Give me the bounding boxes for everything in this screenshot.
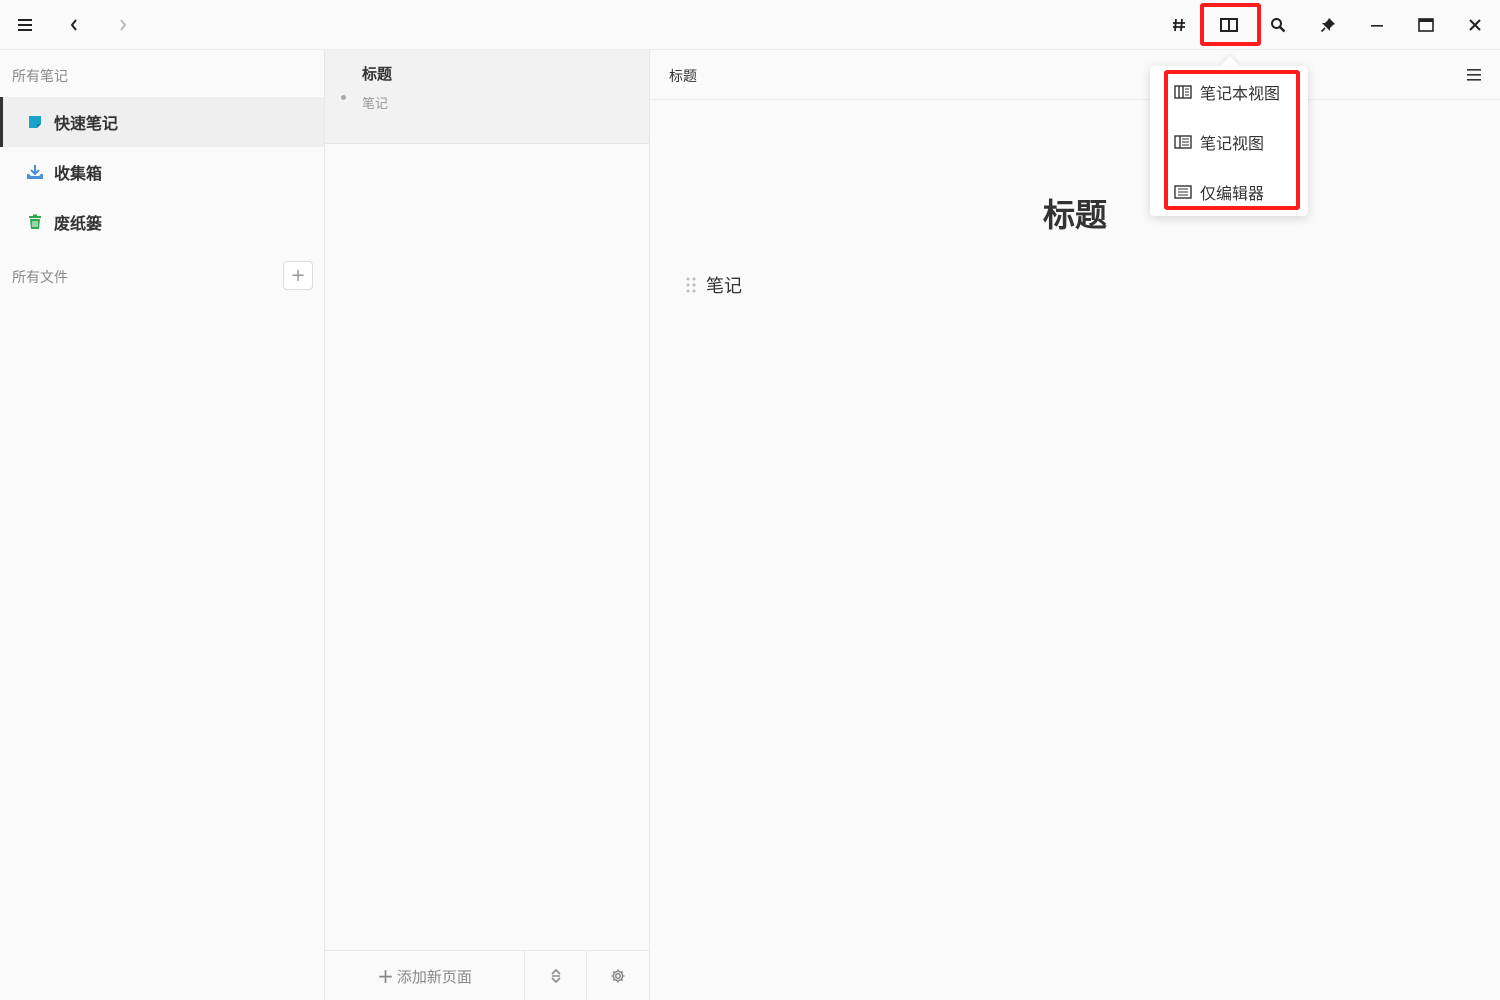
editor-header: 标题: [650, 50, 1500, 100]
hashtag-icon[interactable]: [1154, 0, 1204, 50]
gear-icon: [611, 969, 625, 983]
note-list: 标题 笔记 + 添加新页面: [325, 50, 650, 1000]
editor-pane: 标题 标题 笔记: [650, 50, 1500, 1000]
note-card[interactable]: 标题 笔记: [325, 50, 649, 144]
note-card-title: 标题: [362, 65, 393, 83]
hamburger-menu-icon[interactable]: [0, 0, 50, 50]
bullet-icon: [341, 95, 346, 100]
sidebar-item-trash[interactable]: 废纸篓: [0, 197, 324, 247]
sidebar: 所有笔记 快速笔记 收集箱 废纸篓 所有文件 +: [0, 50, 325, 1000]
trash-icon: [25, 212, 45, 232]
sidebar-item-inbox[interactable]: 收集箱: [0, 147, 324, 197]
add-page-label: 添加新页面: [396, 967, 472, 986]
inbox-icon: [25, 162, 45, 182]
add-page-button[interactable]: + 添加新页面: [325, 951, 525, 1000]
settings-button[interactable]: [587, 951, 649, 1000]
breadcrumb[interactable]: 标题: [669, 66, 697, 86]
pin-icon[interactable]: [1303, 0, 1353, 50]
title-bar: [0, 0, 1500, 50]
sidebar-item-label: 收集箱: [54, 164, 103, 183]
maximize-icon[interactable]: [1401, 0, 1451, 50]
plus-icon: +: [377, 964, 394, 988]
sort-button[interactable]: [525, 951, 587, 1000]
sidebar-item-label: 快速笔记: [54, 114, 119, 133]
layout-button-highlight: [1200, 3, 1261, 46]
minimize-icon[interactable]: [1352, 0, 1402, 50]
forward-arrow-icon[interactable]: [98, 0, 148, 50]
close-icon[interactable]: [1450, 0, 1500, 50]
back-arrow-icon[interactable]: [49, 0, 99, 50]
note-card-snippet: 笔记: [362, 97, 389, 112]
document-title[interactable]: 标题: [650, 190, 1500, 236]
all-notes-heading: 所有笔记: [12, 69, 68, 85]
note-list-footer: + 添加新页面: [325, 950, 649, 1000]
menu-highlight: [1164, 70, 1300, 210]
drag-handle-icon[interactable]: [685, 276, 697, 294]
all-files-heading: 所有文件: [12, 270, 68, 286]
editor-menu-icon[interactable]: [1460, 62, 1488, 88]
sort-icon: [550, 968, 561, 984]
quick-note-icon: [25, 112, 45, 132]
sidebar-item-label: 废纸篓: [54, 214, 103, 233]
document-body[interactable]: 笔记: [706, 272, 742, 298]
add-folder-button[interactable]: +: [283, 261, 313, 290]
search-icon[interactable]: [1253, 0, 1303, 50]
sidebar-item-quick-notes[interactable]: 快速笔记: [0, 97, 324, 147]
